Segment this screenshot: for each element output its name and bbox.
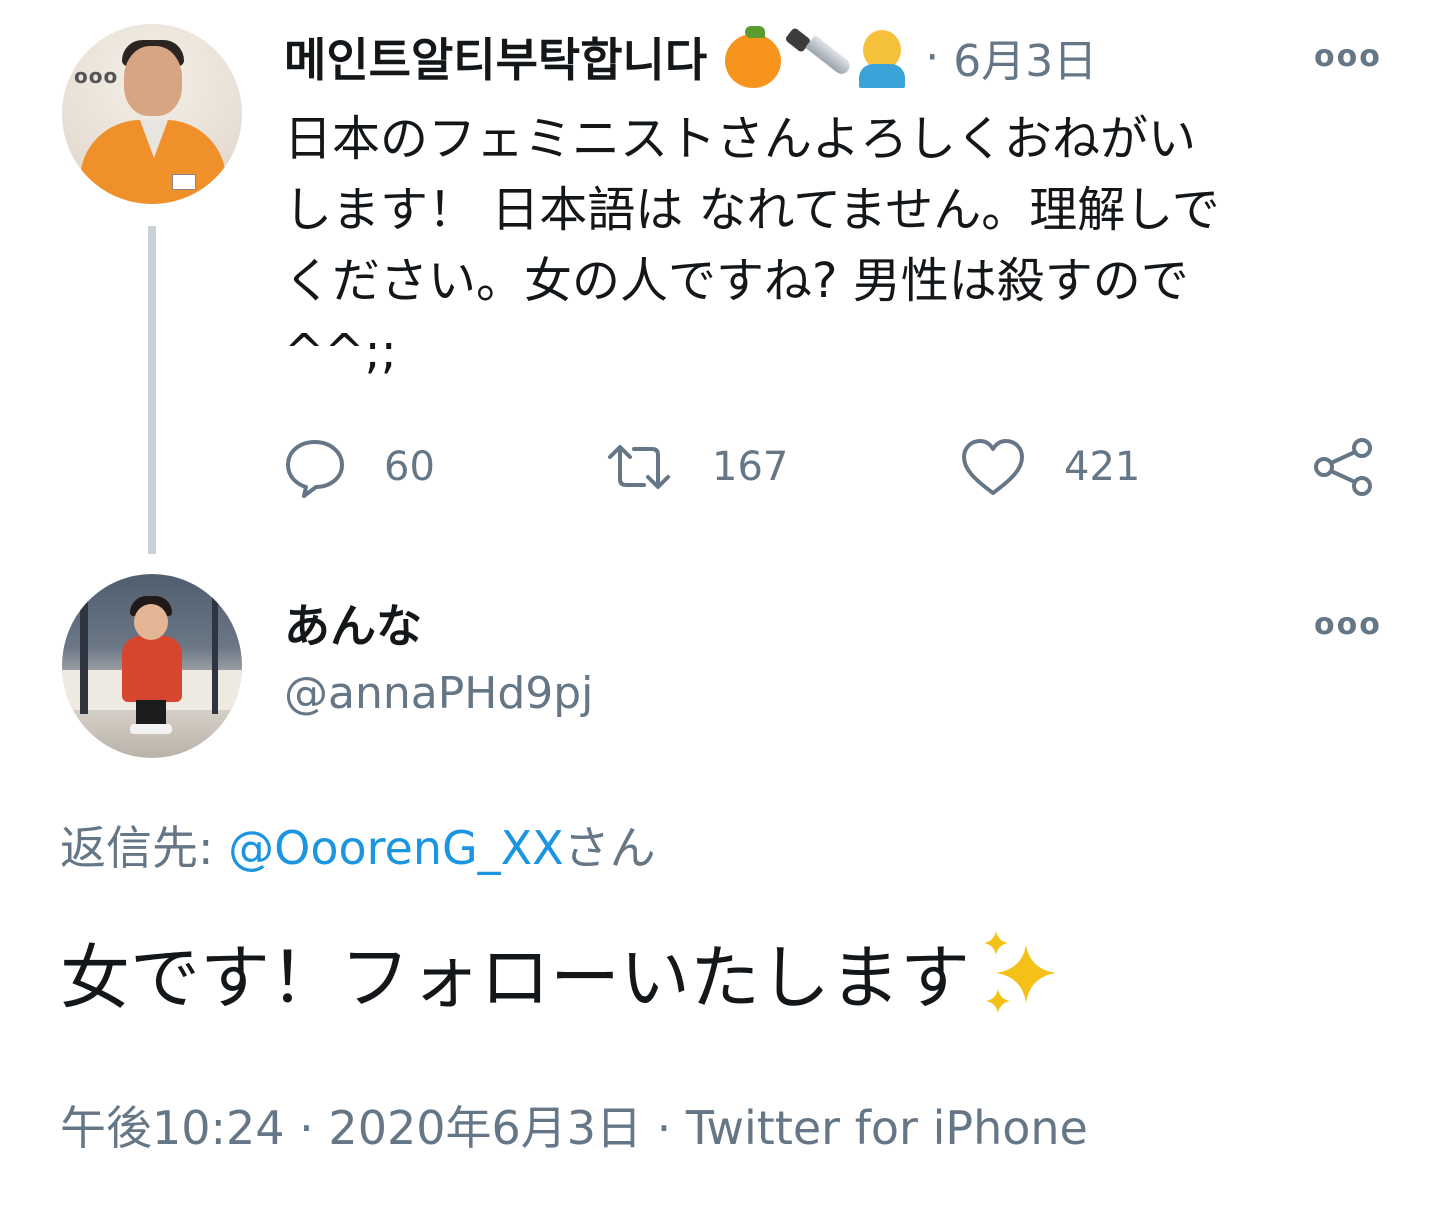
- retweet-icon: [608, 445, 670, 489]
- reply-tweet-text-row: 女です！フォローいたします: [60, 922, 1068, 1023]
- reply-author-avatar[interactable]: [62, 574, 242, 758]
- share-button[interactable]: [1312, 430, 1376, 504]
- parent-tweet-header: 메인트알티부탁합니다 · 6月3日: [284, 22, 1097, 92]
- like-count: 421: [1064, 444, 1141, 490]
- facepalm-icon: [853, 26, 915, 88]
- reply-tweet-text: 女です！フォローいたします: [60, 937, 970, 1019]
- reply-display-name[interactable]: あんな: [284, 590, 422, 656]
- meta-separator: ·: [925, 31, 940, 83]
- thread-connector-line: [148, 226, 156, 554]
- reply-count: 60: [384, 444, 435, 490]
- retweet-button[interactable]: 167: [604, 430, 788, 504]
- like-button[interactable]: 421: [960, 430, 1140, 504]
- parent-tweet-text: 日本のフェミニストさんよろしくおねがい します！ 日本語は なれてません。理解し…: [284, 111, 1220, 380]
- parent-author-avatar[interactable]: ooo: [62, 24, 242, 204]
- orange-icon: [721, 26, 783, 88]
- heart-icon: [962, 439, 1024, 495]
- replying-to-label: 返信先:: [60, 821, 229, 875]
- parent-display-name[interactable]: 메인트알티부탁합니다: [284, 24, 707, 90]
- replying-to-suffix: さん: [563, 821, 656, 875]
- reply-button[interactable]: 60: [284, 430, 435, 504]
- tweet-detail-page: ooo 메인트알티부탁합니다 · 6月3日 ooo 日本のフェミニストさんよろし…: [0, 0, 1440, 1218]
- replying-to-line: 返信先: @OoorenG_XXさん: [60, 812, 656, 878]
- reply-more-options-icon[interactable]: ooo: [1314, 610, 1382, 640]
- replying-to-mention[interactable]: @OoorenG_XX: [228, 821, 564, 875]
- reply-timestamp[interactable]: 午後10:24 · 2020年6月3日 · Twitter for iPhone: [60, 1092, 1088, 1158]
- reply-icon: [286, 440, 344, 498]
- parent-tweet-date[interactable]: 6月3日: [953, 25, 1097, 89]
- retweet-count: 167: [712, 444, 789, 490]
- reply-handle[interactable]: @annaPHd9pj: [284, 668, 593, 719]
- parent-tweet-actions: 60 167 421: [284, 430, 1384, 504]
- parent-more-options-icon[interactable]: ooo: [1314, 42, 1382, 72]
- sparkles-icon: [984, 930, 1056, 1013]
- share-icon: [1314, 438, 1372, 496]
- name-emojis: [721, 26, 919, 88]
- knife-icon: [787, 26, 849, 88]
